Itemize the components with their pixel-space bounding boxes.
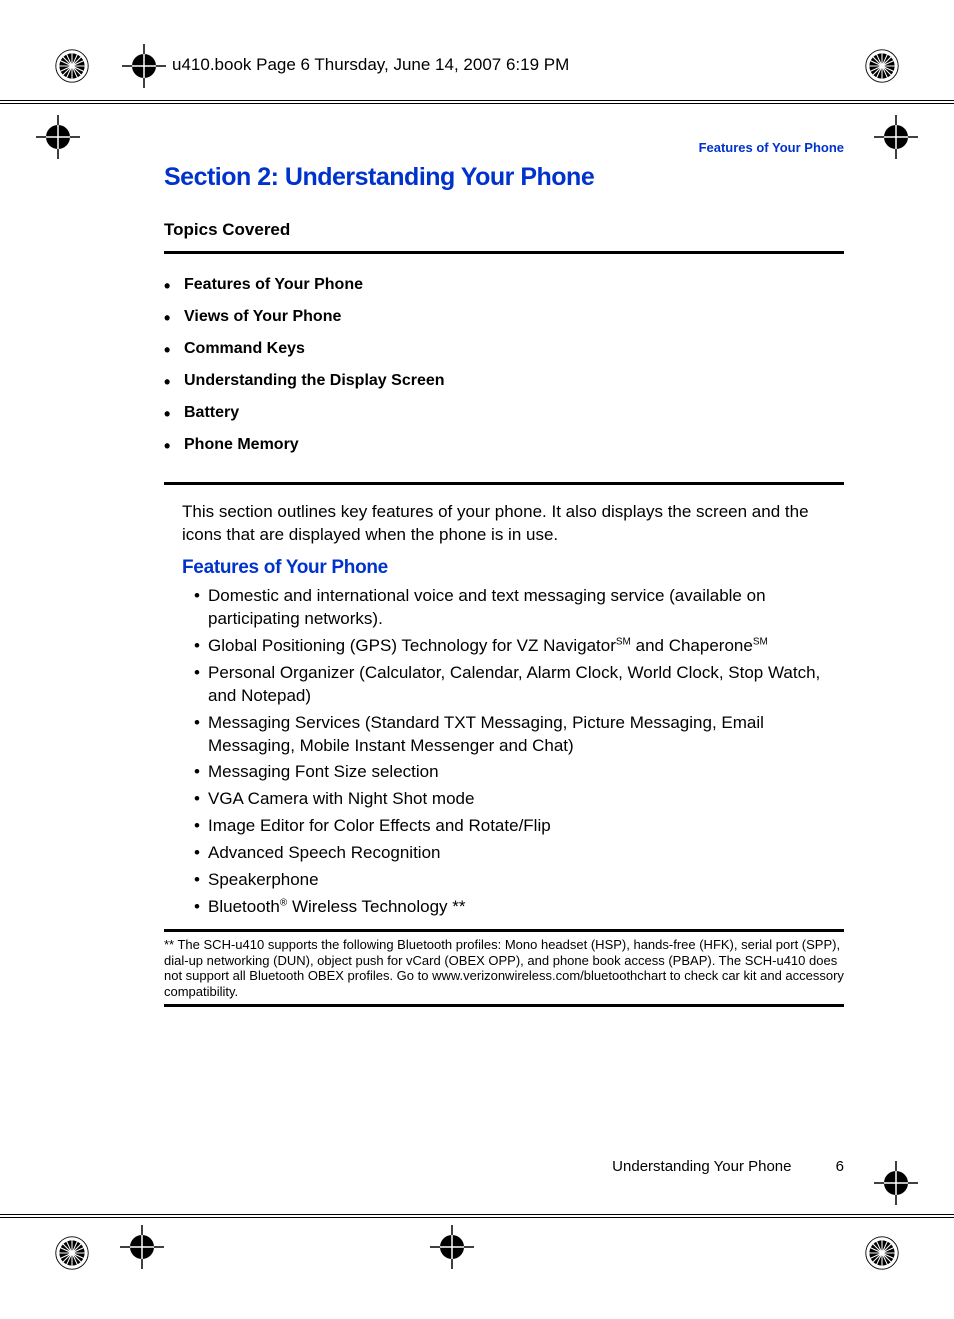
chapter-name: Understanding Your Phone — [612, 1158, 791, 1175]
page-footer: Understanding Your Phone 6 — [612, 1158, 844, 1175]
feature-text: Speakerphone — [208, 870, 319, 889]
divider — [164, 1004, 844, 1007]
feature-item: •Bluetooth® Wireless Technology ** — [194, 896, 844, 919]
page-container: u410.book Page 6 Thursday, June 14, 2007… — [0, 0, 954, 1319]
feature-item: • Personal Organizer (Calculator, Calend… — [194, 662, 844, 708]
feature-item: •Advanced Speech Recognition — [194, 842, 844, 865]
feature-item: •Domestic and international voice and te… — [194, 585, 844, 631]
topic-item: Phone Memory — [164, 436, 844, 454]
content-area: Features of Your Phone Section 2: Unders… — [164, 140, 844, 1007]
bottom-crop-line — [0, 1214, 954, 1218]
features-list: •Domestic and international voice and te… — [194, 585, 844, 919]
section-label: Features of Your Phone — [164, 140, 844, 155]
feature-text: and Chaperone — [631, 636, 753, 655]
section-title: Section 2: Understanding Your Phone — [164, 163, 844, 192]
feature-text: Image Editor for Color Effects and Rotat… — [208, 816, 551, 835]
crosshair-icon — [430, 1225, 474, 1269]
crosshair-icon — [36, 115, 80, 159]
top-crop-line — [0, 100, 954, 104]
registration-mark-icon — [864, 48, 900, 84]
feature-text: Wireless Technology ** — [287, 897, 465, 916]
features-heading: Features of Your Phone — [182, 557, 844, 579]
topic-item: Understanding the Display Screen — [164, 372, 844, 390]
divider — [164, 482, 844, 485]
feature-item: •Messaging Font Size selection — [194, 761, 844, 784]
topic-item: Command Keys — [164, 340, 844, 358]
crosshair-icon — [874, 115, 918, 159]
crosshair-icon — [122, 44, 166, 88]
feature-item: •Speakerphone — [194, 869, 844, 892]
feature-text: VGA Camera with Night Shot mode — [208, 789, 474, 808]
file-header-text: u410.book Page 6 Thursday, June 14, 2007… — [172, 55, 569, 75]
divider — [164, 929, 844, 932]
page-number: 6 — [836, 1158, 844, 1175]
superscript: SM — [753, 636, 768, 647]
feature-item: •Messaging Services (Standard TXT Messag… — [194, 712, 844, 758]
feature-text: Messaging Services (Standard TXT Messagi… — [208, 713, 764, 755]
feature-text: Messaging Font Size selection — [208, 762, 439, 781]
feature-text: Global Positioning (GPS) Technology for … — [208, 636, 616, 655]
feature-item: •Global Positioning (GPS) Technology for… — [194, 635, 844, 658]
registration-mark-icon — [54, 1235, 90, 1271]
topic-item: Battery — [164, 404, 844, 422]
feature-item: •VGA Camera with Night Shot mode — [194, 788, 844, 811]
feature-text: Domestic and international voice and tex… — [208, 586, 766, 628]
registration-mark-icon — [864, 1235, 900, 1271]
crosshair-icon — [874, 1161, 918, 1205]
topic-item: Features of Your Phone — [164, 276, 844, 294]
feature-item: •Image Editor for Color Effects and Rota… — [194, 815, 844, 838]
feature-text: Bluetooth — [208, 897, 280, 916]
superscript: SM — [616, 636, 631, 647]
topics-list: Features of Your Phone Views of Your Pho… — [164, 276, 844, 454]
divider — [164, 251, 844, 254]
registration-mark-icon — [54, 48, 90, 84]
topic-item: Views of Your Phone — [164, 308, 844, 326]
footnote: ** The SCH-u410 supports the following B… — [164, 937, 844, 999]
feature-text: Personal Organizer (Calculator, Calendar… — [208, 663, 820, 705]
intro-paragraph: This section outlines key features of yo… — [182, 501, 844, 547]
topics-covered-header: Topics Covered — [164, 220, 844, 240]
feature-text: Advanced Speech Recognition — [208, 843, 441, 862]
crosshair-icon — [120, 1225, 164, 1269]
